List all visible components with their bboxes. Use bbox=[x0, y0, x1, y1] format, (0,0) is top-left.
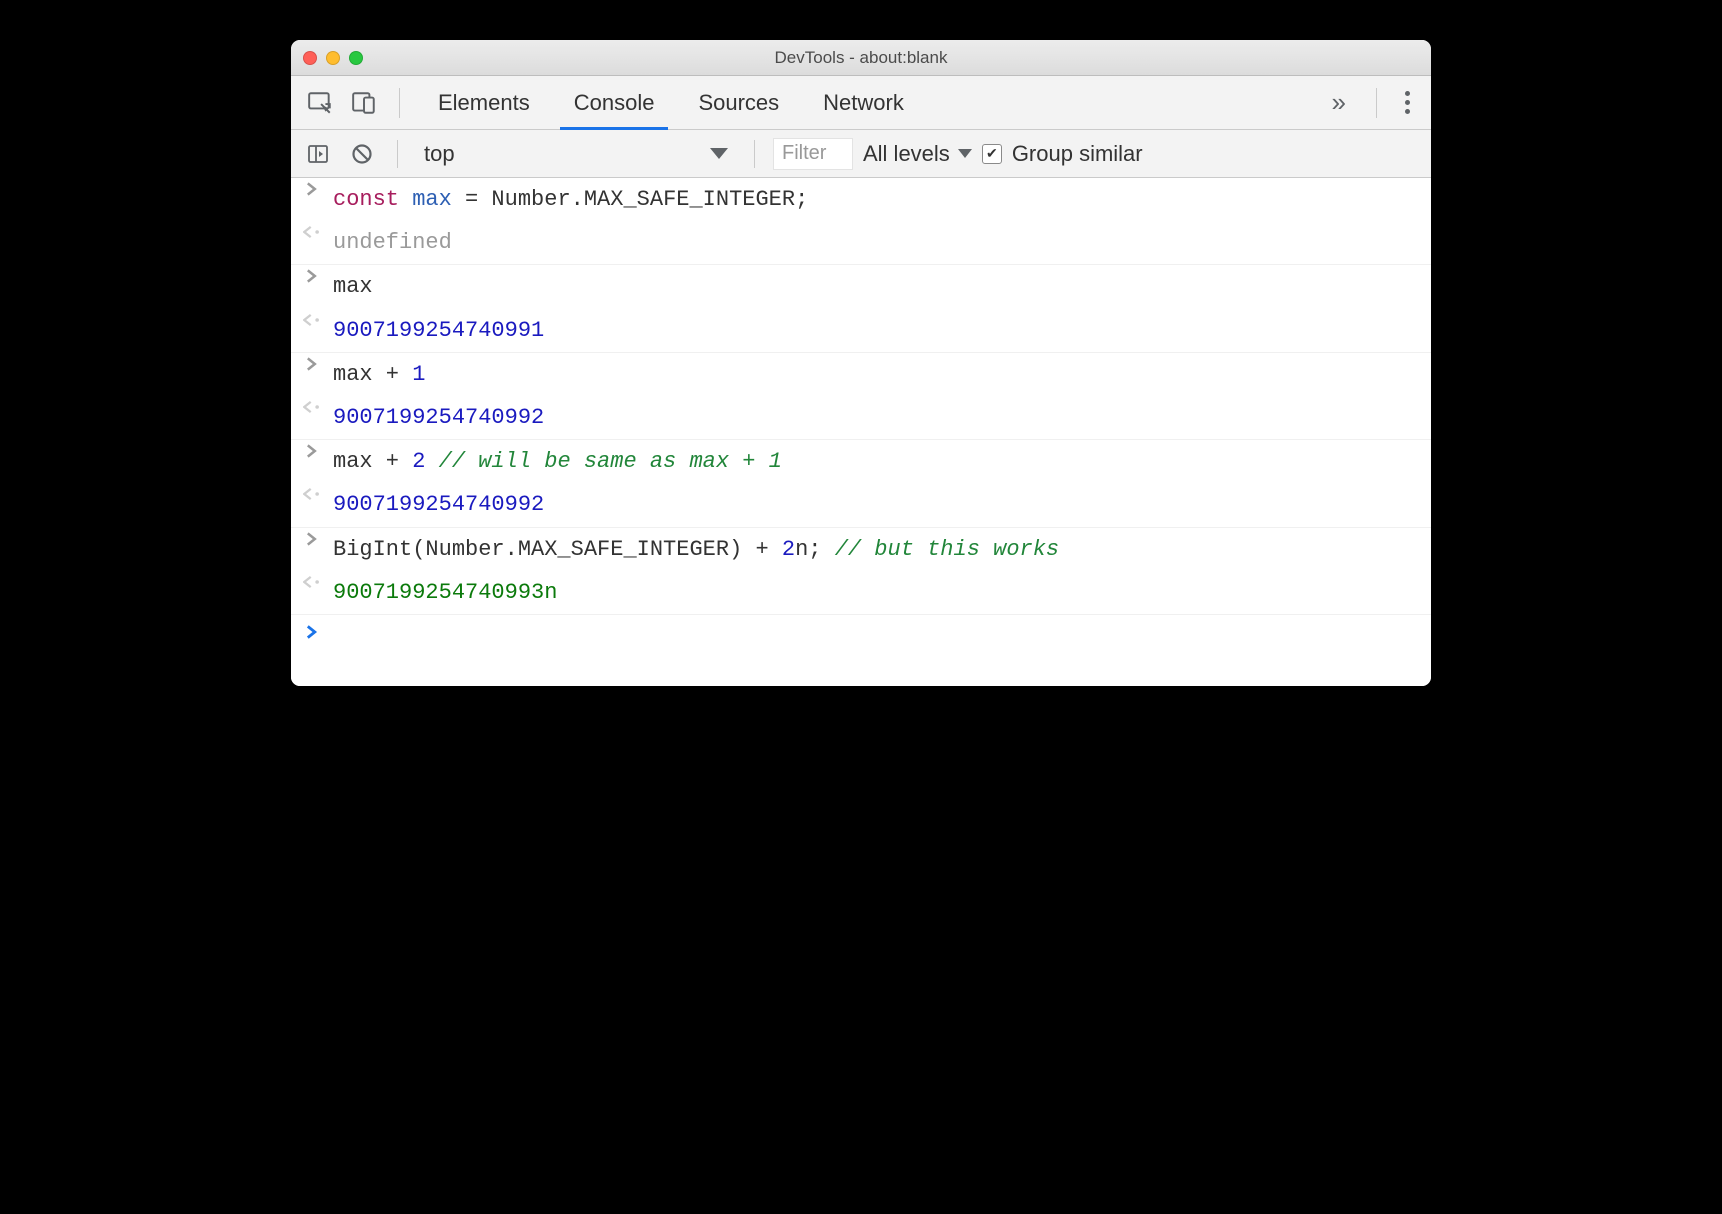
code-token: 9007199254740992 bbox=[333, 405, 544, 430]
code-token: 9007199254740992 bbox=[333, 492, 544, 517]
toolbar-separator bbox=[1376, 88, 1377, 118]
code-token bbox=[399, 187, 412, 212]
console-row: max bbox=[291, 265, 1431, 308]
output-indicator-icon bbox=[301, 400, 323, 414]
code-line: max + 2 // will be same as max + 1 bbox=[333, 444, 782, 479]
devtools-window: DevTools - about:blank Elements Console … bbox=[291, 40, 1431, 686]
input-prompt-icon bbox=[301, 182, 323, 196]
clear-console-icon[interactable] bbox=[345, 137, 379, 171]
code-token: 1 bbox=[412, 362, 425, 387]
active-prompt-icon bbox=[301, 625, 323, 639]
window-title: DevTools - about:blank bbox=[291, 48, 1431, 68]
code-line: max bbox=[333, 269, 373, 304]
group-similar-label: Group similar bbox=[1012, 141, 1143, 167]
filterbar-separator bbox=[754, 140, 755, 168]
console-prompt-row[interactable] bbox=[291, 615, 1431, 686]
code-line: const max = Number.MAX_SAFE_INTEGER; bbox=[333, 182, 808, 217]
code-token: max + bbox=[333, 362, 412, 387]
console-row: 9007199254740993n bbox=[291, 571, 1431, 615]
code-token: 9007199254740993n bbox=[333, 580, 557, 605]
zoom-window-button[interactable] bbox=[349, 51, 363, 65]
tab-sources[interactable]: Sources bbox=[676, 76, 801, 129]
settings-menu-icon[interactable] bbox=[1393, 91, 1421, 114]
code-token: max + bbox=[333, 449, 412, 474]
console-row: max + 2 // will be same as max + 1 bbox=[291, 440, 1431, 483]
code-token: n; bbox=[795, 537, 835, 562]
tab-network[interactable]: Network bbox=[801, 76, 926, 129]
filter-input[interactable]: Filter bbox=[773, 138, 853, 170]
tab-elements[interactable]: Elements bbox=[416, 76, 552, 129]
output-indicator-icon bbox=[301, 575, 323, 589]
console-input[interactable] bbox=[333, 625, 1419, 660]
code-token bbox=[425, 449, 438, 474]
console-row: max + 1 bbox=[291, 353, 1431, 396]
code-token: const bbox=[333, 187, 399, 212]
console-filter-bar: top Filter All levels ✔ Group similar bbox=[291, 130, 1431, 178]
toggle-console-sidebar-icon[interactable] bbox=[301, 137, 335, 171]
panel-tabs: Elements Console Sources Network bbox=[416, 76, 926, 129]
code-token: BigInt(Number.MAX_SAFE_INTEGER) + bbox=[333, 537, 782, 562]
window-controls bbox=[303, 51, 363, 65]
console-output[interactable]: const max = Number.MAX_SAFE_INTEGER;unde… bbox=[291, 178, 1431, 686]
output-indicator-icon bbox=[301, 225, 323, 239]
code-line: max + 1 bbox=[333, 357, 425, 392]
code-line: undefined bbox=[333, 225, 452, 260]
code-line: 9007199254740992 bbox=[333, 487, 544, 522]
console-row: const max = Number.MAX_SAFE_INTEGER; bbox=[291, 178, 1431, 221]
input-prompt-icon bbox=[301, 269, 323, 283]
code-token: undefined bbox=[333, 230, 452, 255]
code-token: 2 bbox=[782, 537, 795, 562]
code-line: 9007199254740992 bbox=[333, 400, 544, 435]
titlebar: DevTools - about:blank bbox=[291, 40, 1431, 76]
console-row: 9007199254740992 bbox=[291, 483, 1431, 527]
code-token: 9007199254740991 bbox=[333, 318, 544, 343]
chevron-down-icon bbox=[710, 148, 728, 159]
console-row: 9007199254740992 bbox=[291, 396, 1431, 440]
group-similar-checkbox[interactable]: ✔ bbox=[982, 144, 1002, 164]
input-prompt-icon bbox=[301, 532, 323, 546]
code-token: = Number.MAX_SAFE_INTEGER; bbox=[452, 187, 808, 212]
code-line: 9007199254740991 bbox=[333, 313, 544, 348]
code-token: // will be same as max + 1 bbox=[439, 449, 782, 474]
code-line: BigInt(Number.MAX_SAFE_INTEGER) + 2n; //… bbox=[333, 532, 1059, 567]
filterbar-separator bbox=[397, 140, 398, 168]
code-token: 2 bbox=[412, 449, 425, 474]
input-prompt-icon bbox=[301, 357, 323, 371]
levels-label: All levels bbox=[863, 141, 950, 167]
context-label: top bbox=[424, 141, 455, 167]
console-row: 9007199254740991 bbox=[291, 309, 1431, 353]
log-levels-selector[interactable]: All levels bbox=[863, 141, 972, 167]
toolbar-separator bbox=[399, 88, 400, 118]
chevron-down-icon bbox=[958, 149, 972, 158]
console-row: BigInt(Number.MAX_SAFE_INTEGER) + 2n; //… bbox=[291, 528, 1431, 571]
execution-context-selector[interactable]: top bbox=[416, 138, 736, 170]
device-toolbar-icon[interactable] bbox=[345, 84, 383, 122]
input-prompt-icon bbox=[301, 444, 323, 458]
code-line: 9007199254740993n bbox=[333, 575, 557, 610]
output-indicator-icon bbox=[301, 313, 323, 327]
output-indicator-icon bbox=[301, 487, 323, 501]
code-token: max bbox=[333, 274, 373, 299]
minimize-window-button[interactable] bbox=[326, 51, 340, 65]
main-toolbar: Elements Console Sources Network » bbox=[291, 76, 1431, 130]
close-window-button[interactable] bbox=[303, 51, 317, 65]
inspect-element-icon[interactable] bbox=[301, 84, 339, 122]
more-tabs-icon[interactable]: » bbox=[1318, 87, 1360, 118]
tab-console[interactable]: Console bbox=[552, 76, 677, 129]
code-token: // but this works bbox=[835, 537, 1059, 562]
console-row: undefined bbox=[291, 221, 1431, 265]
code-token: max bbox=[412, 187, 452, 212]
